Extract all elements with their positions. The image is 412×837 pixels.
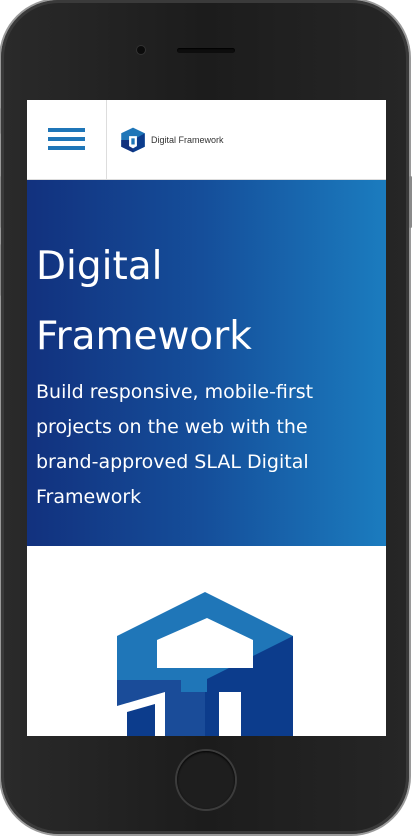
menu-bar (48, 137, 85, 141)
hamburger-menu-icon[interactable] (27, 100, 107, 179)
hero-subtitle: Build responsive, mobile-first projects … (36, 381, 314, 508)
large-framework-logo-icon (117, 592, 293, 736)
menu-bar (48, 146, 85, 150)
brand-link[interactable]: Digital Framework (119, 124, 224, 156)
screen: Digital Framework Digital Framework Buil… (27, 100, 386, 736)
brand-name: Digital Framework (151, 135, 224, 145)
volume-up-button (0, 176, 1, 228)
menu-bar (48, 128, 85, 132)
phone-frame: Digital Framework Digital Framework Buil… (0, 0, 412, 834)
mute-switch (0, 108, 1, 134)
hero-title: Digital Framework (36, 244, 252, 359)
site-header: Digital Framework (27, 100, 386, 180)
home-button[interactable] (177, 751, 235, 809)
volume-down-button (0, 244, 1, 296)
earpiece-speaker (177, 48, 235, 53)
digital-framework-logo-icon (121, 127, 145, 153)
hero-banner: Digital Framework Build responsive, mobi… (27, 180, 386, 546)
front-camera (137, 46, 145, 54)
